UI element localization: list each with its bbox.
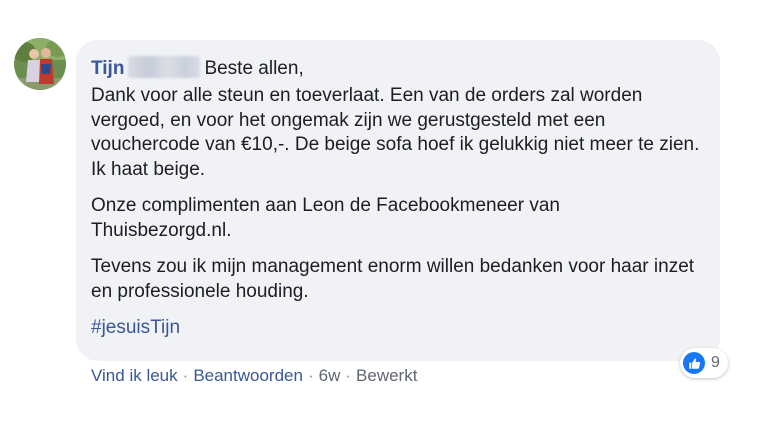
separator-dot: ·: [182, 366, 189, 385]
redacted-surname: [128, 56, 201, 78]
comment-first-line: Tijn Beste allen,: [91, 52, 704, 79]
comment-paragraph: Onze complimenten aan Leon de Facebookme…: [91, 195, 560, 241]
separator-dot: ·: [345, 366, 352, 385]
reaction-count: 9: [711, 354, 720, 371]
reactions-summary[interactable]: 9: [680, 348, 728, 378]
hashtag-link[interactable]: #jesuisTijn: [91, 316, 180, 341]
avatar-photo: [14, 38, 66, 90]
comment-container: Tijn Beste allen, Dank voor alle steun e…: [0, 0, 760, 428]
comment-paragraph: Dank voor alle steun en toeverlaat. Een …: [91, 85, 700, 180]
reply-button[interactable]: Beantwoorden: [193, 366, 303, 386]
comment-actions: Vind ik leuk · Beantwoorden · 6w · Bewer…: [91, 366, 417, 386]
edited-label[interactable]: Bewerkt: [356, 366, 417, 386]
like-button[interactable]: Vind ik leuk: [91, 366, 178, 386]
thumbs-up-icon: [683, 352, 705, 374]
separator-dot: ·: [307, 366, 314, 385]
comment-bubble: Tijn Beste allen, Dank voor alle steun e…: [76, 40, 720, 361]
author-name[interactable]: Tijn: [91, 57, 124, 82]
avatar[interactable]: [14, 38, 66, 90]
timestamp[interactable]: 6w: [319, 366, 341, 386]
comment-paragraph: Tevens zou ik mijn management enorm will…: [91, 256, 695, 302]
greeting-text: Beste allen,: [204, 58, 304, 79]
